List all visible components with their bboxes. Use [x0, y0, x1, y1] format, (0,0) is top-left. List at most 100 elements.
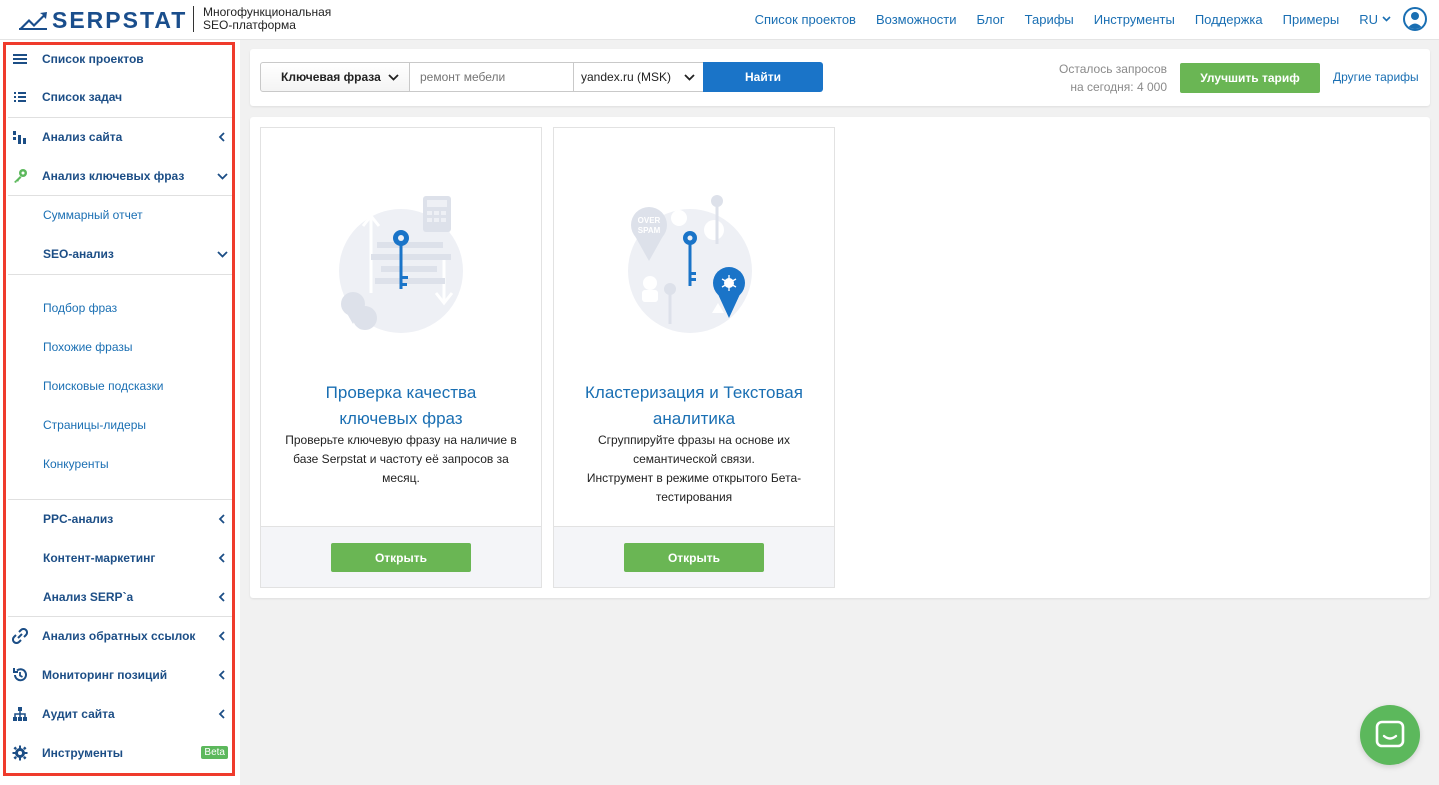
quota-line1: Осталось запросов: [1059, 62, 1167, 76]
nav-projects[interactable]: Список проектов: [755, 12, 856, 27]
search-panel: Ключевая фраза yandex.ru (MSK) Найти Ост…: [250, 49, 1430, 106]
card-desc-line1: Проверьте ключевую фразу на наличие в: [285, 433, 517, 447]
tagline-line2: SEO-платформа: [203, 18, 296, 32]
card-desc-line4: тестирования: [655, 490, 733, 504]
sidebar-item-label: Список задач: [42, 90, 123, 104]
sidebar: Список проектов Список задач Анализ сайт…: [0, 40, 240, 785]
history-icon: [13, 668, 27, 682]
beta-badge: Beta: [201, 746, 228, 759]
user-avatar-icon[interactable]: [1403, 7, 1427, 31]
nav-pricing[interactable]: Тарифы: [1025, 12, 1074, 27]
menu-icon: [13, 54, 27, 64]
site-analysis-icon: [13, 131, 26, 144]
sidebar-item-label: Суммарный отчет: [43, 208, 143, 222]
request-quota: Осталось запросов на сегодня: 4 000: [1040, 60, 1167, 96]
sidebar-item-site-analysis[interactable]: Анализ сайта: [8, 118, 232, 156]
database-label: yandex.ru (MSK): [581, 70, 672, 84]
sidebar-item-label: Контент-маркетинг: [43, 551, 156, 565]
search-type-select[interactable]: Ключевая фраза: [260, 62, 410, 92]
nav-support[interactable]: Поддержка: [1195, 12, 1263, 27]
sidebar-item-rank-tracker[interactable]: Мониторинг позиций: [8, 656, 232, 694]
sidebar-item-label: Список проектов: [42, 52, 144, 66]
card-desc-line2: семантической связи.: [633, 452, 755, 466]
keyword-quality-illustration: [339, 196, 463, 333]
nav-examples[interactable]: Примеры: [1283, 12, 1340, 27]
nav-tools[interactable]: Инструменты: [1094, 12, 1175, 27]
sidebar-item-tasks[interactable]: Список задач: [8, 78, 232, 116]
sidebar-item-top-pages[interactable]: Страницы-лидеры: [8, 406, 232, 444]
sidebar-item-label: Анализ сайта: [42, 130, 123, 144]
card-description: Сгруппируйте фразы на основе их семантич…: [572, 431, 816, 507]
sidebar-item-label: Инструменты: [42, 746, 124, 760]
search-input[interactable]: [409, 62, 574, 92]
card-desc-line1: Сгруппируйте фразы на основе их: [598, 433, 790, 447]
sidebar-item-keyword-analysis[interactable]: Анализ ключевых фраз: [8, 157, 232, 195]
serpstat-logo[interactable]: SERPSTAT: [18, 7, 187, 34]
language-selector[interactable]: RU: [1359, 12, 1391, 27]
open-button[interactable]: Открыть: [624, 543, 764, 572]
sidebar-item-label: Подбор фраз: [43, 301, 118, 315]
sidebar-item-seo-analysis[interactable]: SEO-анализ: [8, 235, 232, 273]
top-nav: Список проектов Возможности Блог Тарифы …: [755, 0, 1427, 38]
upgrade-plan-button[interactable]: Улучшить тариф: [1180, 63, 1320, 93]
sidebar-item-label: Аудит сайта: [42, 707, 115, 721]
search-type-label: Ключевая фраза: [281, 70, 381, 84]
tool-card-clustering: OVER SPAM Кластеризация и Текстовая анал…: [553, 127, 835, 588]
sidebar-item-backlinks[interactable]: Анализ обратных ссылок: [8, 617, 232, 655]
top-header: SERPSTAT Многофункциональная SEO-платфор…: [0, 0, 1439, 40]
find-button[interactable]: Найти: [703, 62, 823, 92]
sidebar-item-tools[interactable]: Инструменты Beta: [8, 734, 232, 772]
chevron-left-icon: [218, 592, 225, 602]
chevron-down-icon: [684, 74, 695, 81]
card-desc-line3: месяц.: [382, 471, 420, 485]
other-plans-link[interactable]: Другие тарифы: [1333, 70, 1419, 84]
open-button[interactable]: Открыть: [331, 543, 471, 572]
chevron-left-icon: [218, 553, 225, 563]
logo-divider: [193, 6, 194, 32]
link-icon: [12, 628, 28, 644]
clustering-illustration: OVER SPAM: [628, 195, 752, 333]
sidebar-item-ppc-analysis[interactable]: PPC-анализ: [8, 500, 232, 538]
spam-text: SPAM: [638, 226, 661, 235]
sidebar-item-label: Анализ обратных ссылок: [42, 629, 196, 643]
over-text: OVER: [638, 216, 661, 225]
sidebar-item-site-audit[interactable]: Аудит сайта: [8, 695, 232, 733]
chevron-left-icon: [218, 132, 225, 142]
nav-features[interactable]: Возможности: [876, 12, 957, 27]
card-footer: Открыть: [554, 526, 834, 587]
sidebar-item-label: SEO-анализ: [43, 247, 114, 261]
sidebar-item-label: PPC-анализ: [43, 512, 114, 526]
tool-card-keyword-quality: Проверка качества ключевых фраз Проверьт…: [260, 127, 542, 588]
sidebar-item-content-marketing[interactable]: Контент-маркетинг: [8, 539, 232, 577]
chevron-down-icon: [1382, 16, 1391, 22]
sidebar-item-label: Анализ ключевых фраз: [42, 169, 185, 183]
key-icon: [14, 169, 27, 183]
nav-blog[interactable]: Блог: [977, 12, 1005, 27]
tools-panel: Проверка качества ключевых фраз Проверьт…: [250, 117, 1430, 598]
sidebar-item-phrase-selection[interactable]: Подбор фраз: [8, 289, 232, 327]
card-description: Проверьте ключевую фразу на наличие в ба…: [279, 431, 523, 488]
card-title: Кластеризация и Текстовая аналитика: [574, 380, 814, 432]
chat-widget-button[interactable]: [1360, 705, 1420, 765]
card-title-line1: Проверка качества: [325, 383, 477, 402]
tagline: Многофункциональная SEO-платформа: [203, 6, 331, 32]
sidebar-item-label: Похожие фразы: [43, 340, 133, 354]
sidebar-item-label: Анализ SERP`а: [43, 590, 134, 604]
sitemap-icon: [13, 707, 27, 721]
card-title-line2: ключевых фраз: [339, 409, 463, 428]
sidebar-item-similar-phrases[interactable]: Похожие фразы: [8, 328, 232, 366]
sidebar-item-summary-report[interactable]: Суммарный отчет: [8, 196, 232, 234]
task-list-icon: [14, 92, 26, 102]
sidebar-item-search-suggestions[interactable]: Поисковые подсказки: [8, 367, 232, 405]
sidebar-item-serp-analysis[interactable]: Анализ SERP`а: [8, 578, 232, 616]
sidebar-item-competitors[interactable]: Конкуренты: [8, 445, 232, 483]
sidebar-item-projects[interactable]: Список проектов: [8, 40, 232, 78]
database-select[interactable]: yandex.ru (MSK): [573, 62, 704, 92]
logo-text: SERPSTAT: [52, 7, 188, 33]
chevron-left-icon: [218, 631, 225, 641]
chevron-left-icon: [218, 514, 225, 524]
card-title-line1: Кластеризация и Текстовая: [585, 383, 803, 402]
user-silhouette-icon: [1407, 12, 1423, 29]
language-label: RU: [1359, 11, 1378, 27]
gear-icon: [12, 745, 28, 761]
